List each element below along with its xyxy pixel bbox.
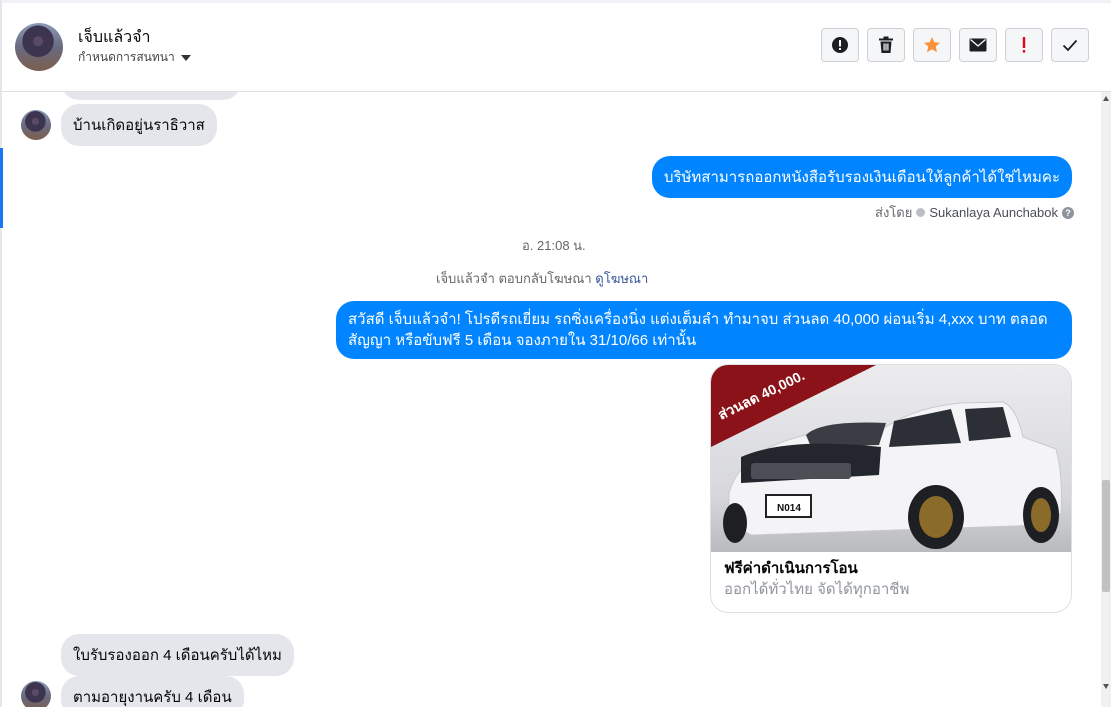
message-incoming: ตามอายุงานครับ 4 เดือน <box>61 676 244 707</box>
page-icon <box>916 208 926 217</box>
check-icon <box>1062 39 1078 51</box>
scrollbar-thumb[interactable] <box>1102 480 1110 592</box>
active-conversation-indicator <box>0 148 3 228</box>
spam-button[interactable] <box>1005 28 1043 62</box>
assign-conversation-label: กำหนดการสนทนา <box>78 50 175 64</box>
contact-avatar-small <box>21 681 51 707</box>
thread-scrollbar[interactable] <box>1101 92 1111 707</box>
report-icon <box>832 37 848 53</box>
mark-unread-button[interactable] <box>959 28 997 62</box>
help-icon[interactable]: ? <box>1062 206 1074 219</box>
message-incoming: บ้านเกิดอยู่นราธิวาส <box>61 104 217 146</box>
conversation-header: เจ็บแล้วจำ กำหนดการสนทนา <box>2 3 1111 92</box>
contact-avatar-small <box>21 110 51 140</box>
scroll-down-arrow-icon[interactable] <box>1103 684 1109 689</box>
spam-icon <box>1022 37 1026 53</box>
caret-down-icon <box>180 54 191 61</box>
message-timestamp: อ. 21:08 น. <box>522 238 586 253</box>
trash-icon <box>879 36 893 53</box>
mark-done-button[interactable] <box>1051 28 1089 62</box>
ad-reply-notice: เจ็บแล้วจำ ตอบกลับโฆษณา ดูโฆษณา <box>436 268 648 289</box>
star-icon <box>924 37 940 53</box>
pickup-truck-photo: ส่วนลด 40,000. N014 <box>711 365 1071 552</box>
view-ad-link[interactable]: ดูโฆษณา <box>595 271 648 286</box>
sent-by-prefix: ส่งโดย <box>875 205 913 220</box>
message-outgoing-ad: สวัสดี เจ็บแล้วจำ! โปรดีรถเยี่ยม รถซิ่งเ… <box>336 301 1072 359</box>
ad-subtitle: ออกได้ทั่วไทย จัดได้ทุกอาชีพ <box>724 581 910 598</box>
report-button[interactable] <box>821 28 859 62</box>
envelope-icon <box>969 38 987 52</box>
assign-conversation-dropdown[interactable]: กำหนดการสนทนา <box>78 48 191 67</box>
message-thread[interactable]: บ้านเกิดอยู่นราธิวาส บริษัทสามารถออกหนัง… <box>2 92 1101 707</box>
ad-card[interactable]: ส่วนลด 40,000. N014 ฟรีค่าดำเนินการโอน อ… <box>710 364 1072 613</box>
message-bubble-partial <box>61 92 241 100</box>
ad-license-plate: N014 <box>777 503 801 514</box>
delete-button[interactable] <box>867 28 905 62</box>
ad-reply-text: เจ็บแล้วจำ ตอบกลับโฆษณา <box>436 271 592 286</box>
ad-image[interactable]: ส่วนลด 40,000. N014 <box>711 365 1071 552</box>
scroll-up-arrow-icon[interactable] <box>1103 96 1109 101</box>
contact-avatar[interactable] <box>15 23 63 71</box>
star-button[interactable] <box>913 28 951 62</box>
conversation-actions <box>821 28 1089 62</box>
sent-by-info: ส่งโดย Sukanlaya Aunchabok ? <box>875 202 1074 223</box>
message-outgoing: บริษัทสามารถออกหนังสือรับรองเงินเดือนให้… <box>651 156 1072 198</box>
message-incoming: ใบรับรองออก 4 เดือนครับได้ไหม <box>61 634 294 676</box>
sent-by-name: Sukanlaya Aunchabok <box>929 205 1058 220</box>
contact-name[interactable]: เจ็บแล้วจำ <box>78 25 150 50</box>
